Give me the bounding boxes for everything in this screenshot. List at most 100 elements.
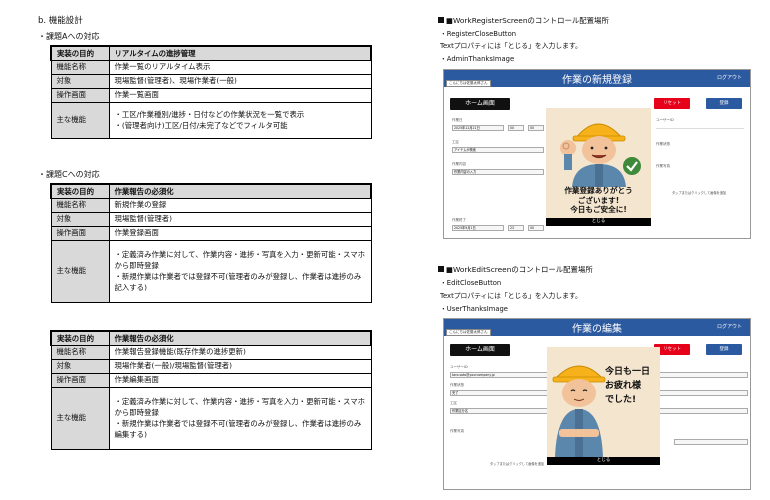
end-date-input[interactable]: 2025年9月1日 — [452, 225, 504, 231]
row-label: 主な機能 — [50, 101, 110, 139]
photo-label: 作業写真 — [450, 429, 464, 433]
row-label: 対象 — [50, 358, 110, 374]
edit-line-2: Textプロパティには「とじる」を入力します。 — [440, 292, 582, 300]
user-greeting: こんにちは佐藤太郎さん — [446, 329, 491, 336]
status-label: 作業状態 — [450, 383, 464, 387]
zone-label: 工区 — [452, 140, 459, 144]
worker-bow-illustration — [552, 365, 606, 457]
task-a-heading: ・課題Aへの対応 — [38, 32, 100, 41]
register-line-1: ・RegisterCloseButton — [440, 30, 517, 38]
detail-input[interactable]: 作業内容の入力 — [452, 169, 544, 175]
table-row: 実装の目的 リアルタイムの進捗管理 — [50, 45, 372, 61]
logout-link[interactable]: ログアウト — [717, 323, 742, 330]
main-item: ・(管理者向け)工区/日付/未完了などでフィルタ可能 — [114, 121, 288, 130]
main-item: ・定義済み作業に対して、作業内容・進捗・写真を入力・更新可能・スマホから即時登録 — [114, 249, 365, 270]
table-row: 機能名称 新規作業の登録 — [50, 197, 372, 213]
table-row: 実装の目的 作業報告の必須化 — [50, 330, 372, 346]
section-title: b. 機能設計 — [38, 16, 83, 26]
row-label: 対象 — [50, 211, 110, 227]
row-value: ・定義済み作業に対して、作業内容・進捗・写真を入力・更新可能・スマホから即時登録… — [108, 239, 372, 303]
home-button[interactable]: ホーム画面 — [450, 344, 510, 356]
end-label: 作業終了 — [452, 218, 466, 222]
square-bullet-icon — [438, 266, 444, 272]
user-id-label: ユーザーID — [450, 365, 468, 369]
row-value: 作業一覧画面 — [108, 87, 372, 103]
task-a-table: 実装の目的 リアルタイムの進捗管理 機能名称 作業一覧のリアルタイム表示 対象 … — [50, 45, 372, 139]
detail-label: 作業内容 — [452, 162, 466, 166]
row-value: 作業報告登録機能(既存作業の進捗更新) — [108, 344, 372, 360]
table-row: 実装の目的 作業報告の必須化 — [50, 183, 372, 199]
square-bullet-icon — [438, 17, 444, 23]
register-button[interactable]: 登録 — [706, 344, 742, 355]
home-button[interactable]: ホーム画面 — [450, 98, 510, 110]
edit-section-title: ■WorkEditScreenのコントロール配置場所 — [438, 264, 593, 275]
photo-date-input[interactable] — [674, 439, 748, 445]
table-row: 機能名称 作業報告登録機能(既存作業の進捗更新) — [50, 344, 372, 360]
row-label: 機能名称 — [50, 59, 110, 75]
date-label: 作業日 — [452, 118, 463, 122]
zone-select[interactable]: アイテムが検索 — [452, 147, 544, 153]
main-item: ・工区/作業種別/進捗・日付などの作業状況を一覧で表示 — [114, 109, 305, 119]
worker-ok-illustration — [560, 123, 641, 187]
end-hour-select[interactable]: 23 — [508, 225, 524, 231]
hour-select[interactable]: 00 — [508, 125, 524, 131]
table-row: 機能名称 作業一覧のリアルタイム表示 — [50, 59, 372, 75]
add-image-note[interactable]: タップまたはクリックして画像を追加 — [672, 190, 726, 195]
main-item: ・新規作業は作業者では登録不可(管理者のみが登録し、作業者は進捗のみ記入する) — [114, 272, 362, 293]
row-value: ・定義済み作業に対して、作業内容・進捗・写真を入力・更新可能・スマホから即時登録… — [108, 386, 372, 450]
photo-label: 作業写真 — [656, 164, 670, 168]
date-input[interactable]: 2025年12月21日 — [452, 125, 504, 131]
row-label: 操作画面 — [50, 87, 110, 103]
zone-label: 工区 — [450, 401, 457, 405]
edit-close-button[interactable]: とじる — [547, 457, 660, 465]
register-section-title: ■WorkRegisterScreenのコントロール配置場所 — [438, 15, 609, 26]
reset-button[interactable]: リセット — [654, 98, 690, 109]
table-row: 主な機能 ・工区/作業種別/進捗・日付などの作業状況を一覧で表示 ・(管理者向け… — [50, 101, 372, 139]
row-value: 作業報告の必須化 — [108, 330, 372, 346]
register-title-text: ■WorkRegisterScreenのコントロール配置場所 — [446, 16, 609, 25]
row-label: 実装の目的 — [50, 183, 110, 199]
row-value: 現場作業者(一般)/現場監督(管理者) — [108, 358, 372, 374]
row-value: 現場監督(管理者) — [108, 211, 372, 227]
row-label: 実装の目的 — [50, 330, 110, 346]
admin-thanks-message: 作業登録ありがとう ございます! 今日もご安全に! — [564, 186, 633, 214]
user-thanks-message: 今日も一日 お疲れ様 でした! — [605, 367, 651, 405]
row-value: 作業一覧のリアルタイム表示 — [108, 59, 372, 75]
row-value: ・工区/作業種別/進捗・日付などの作業状況を一覧で表示 ・(管理者向け)工区/日… — [108, 101, 372, 139]
row-label: 操作画面 — [50, 225, 110, 241]
row-label: 機能名称 — [50, 197, 110, 213]
user-id-label: ユーザーID — [656, 118, 674, 122]
task-c2-table: 実装の目的 作業報告の必須化 機能名称 作業報告登録機能(既存作業の進捗更新) … — [50, 330, 372, 450]
table-row: 操作画面 作業登録画面 — [50, 225, 372, 241]
row-label: 操作画面 — [50, 372, 110, 388]
edit-line-3: ・UserThanksImage — [440, 305, 508, 313]
row-label: 主な機能 — [50, 239, 110, 303]
user-greeting: こんにちは佐藤太郎さん — [446, 80, 491, 87]
logout-link[interactable]: ログアウト — [717, 74, 742, 81]
task-c-heading: ・課題Cへの対応 — [38, 170, 100, 179]
table-row: 対象 現場監督(管理者) — [50, 211, 372, 227]
status-label: 作業状態 — [656, 142, 670, 146]
register-button[interactable]: 登録 — [706, 98, 742, 109]
minute-select[interactable]: 00 — [528, 125, 544, 131]
end-minute-select[interactable]: 00 — [528, 225, 544, 231]
user-id-underline — [656, 128, 744, 129]
table-row: 主な機能 ・定義済み作業に対して、作業内容・進捗・写真を入力・更新可能・スマホか… — [50, 239, 372, 303]
row-value: 作業登録画面 — [108, 225, 372, 241]
user-thanks-popup: 今日も一日 お疲れ様 でした! とじる — [547, 347, 660, 465]
table-row: 操作画面 作業一覧画面 — [50, 87, 372, 103]
row-value: 現場監督(管理者)、現場作業者(一般) — [108, 73, 372, 89]
register-line-2: Textプロパティには「とじる」を入力します。 — [440, 42, 582, 50]
main-item: ・新規作業は作業者では登録不可(管理者のみが登録し、作業者は進捗のみ編集する) — [114, 419, 362, 440]
add-image-note[interactable]: タップまたはクリックして画像を追加 — [490, 461, 544, 466]
register-close-button[interactable]: とじる — [546, 218, 651, 226]
row-value: 作業編集画面 — [108, 372, 372, 388]
admin-thanks-popup: 作業登録ありがとう ございます! 今日もご安全に! とじる — [546, 108, 651, 226]
row-label: 機能名称 — [50, 344, 110, 360]
task-c-table: 実装の目的 作業報告の必須化 機能名称 新規作業の登録 対象 現場監督(管理者)… — [50, 183, 372, 303]
table-row: 対象 現場作業者(一般)/現場監督(管理者) — [50, 358, 372, 374]
register-line-3: ・AdminThanksImage — [440, 55, 515, 63]
row-label: 主な機能 — [50, 386, 110, 450]
row-value: リアルタイムの進捗管理 — [108, 45, 372, 61]
row-label: 実装の目的 — [50, 45, 110, 61]
